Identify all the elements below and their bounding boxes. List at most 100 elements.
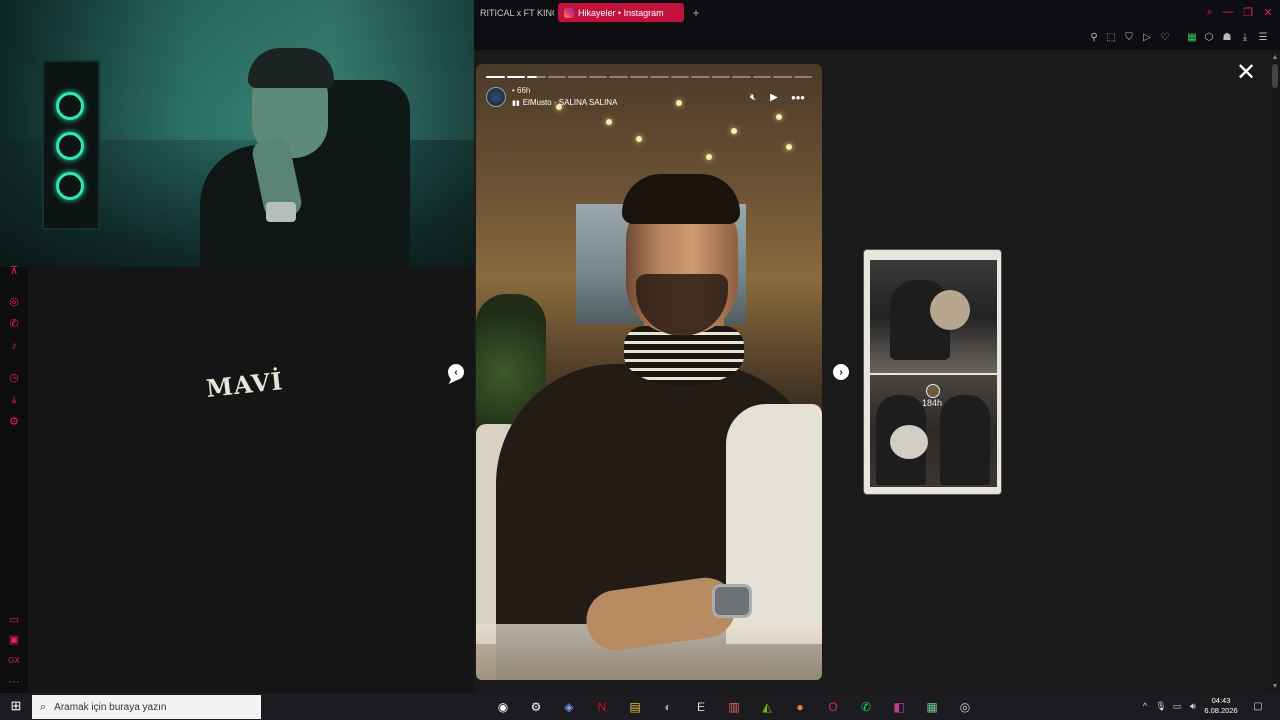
close-viewer-button[interactable]: ✕	[1234, 61, 1258, 86]
progress-segment	[650, 76, 669, 78]
story-music-label[interactable]: ▮▮ ElMusto · SALINA SALINA	[512, 98, 617, 107]
screenshot-icon[interactable]: ⬚	[1104, 30, 1118, 44]
instagram-icon[interactable]: ◎	[7, 295, 21, 309]
browser-sidebar: ⊼ ◎ ✆ ♪ ◷ ⤓ ⚙ ▭ ▣ GX ⋯	[0, 264, 28, 693]
story-person-hair	[622, 174, 740, 224]
search-icon[interactable]: ⌕	[1202, 4, 1218, 20]
office-icon[interactable]: ▥	[724, 697, 744, 717]
photo-cat	[930, 290, 970, 330]
scroll-down-icon[interactable]: ▼	[1271, 683, 1279, 691]
ceiling-light	[606, 119, 612, 125]
pin-icon[interactable]: ⚲	[1087, 30, 1101, 44]
progress-segment	[711, 76, 730, 78]
avatar[interactable]	[486, 87, 506, 107]
windows-start-icon[interactable]: ⊞	[8, 698, 24, 714]
tab-critical-kings[interactable]: RITICAL x FT KINGS	[474, 3, 554, 22]
more-icon[interactable]: ⋯	[7, 675, 21, 689]
obs-icon[interactable]: ◎	[955, 697, 975, 717]
network-icon[interactable]: ▭	[1171, 700, 1183, 712]
minimize-icon[interactable]: —	[1220, 4, 1236, 20]
story-time-value: 66h	[517, 86, 531, 95]
cortana-icon[interactable]: ◉	[493, 697, 513, 717]
settings-icon[interactable]: ⚙	[526, 697, 546, 717]
menu-icon[interactable]: ☰	[1256, 30, 1270, 44]
box-icon[interactable]: ▣	[7, 633, 21, 647]
tray-chevron-icon[interactable]: ^	[1139, 700, 1151, 712]
nvidia-icon[interactable]: ◭	[757, 697, 777, 717]
avatar	[926, 384, 940, 398]
current-story[interactable]	[476, 64, 822, 680]
downloads-icon[interactable]: ⤓	[1238, 30, 1252, 44]
tab-instagram-stories[interactable]: Hikayeler • Instagram	[558, 3, 684, 22]
opera-icon[interactable]: O	[823, 697, 843, 717]
volume-icon[interactable]: 🔊︎	[1187, 700, 1199, 712]
ceiling-light	[731, 128, 737, 134]
next-story-photo-top	[870, 260, 997, 373]
more-options-icon[interactable]: •••	[791, 90, 805, 105]
progress-segment	[527, 76, 546, 78]
scroll-up-icon[interactable]: ▲	[1271, 54, 1279, 62]
maximize-icon[interactable]: ❐	[1240, 4, 1256, 20]
wallet-icon[interactable]: ▭	[7, 613, 21, 627]
heart-icon[interactable]: ♡	[1158, 30, 1172, 44]
whatsapp-icon[interactable]: ✆	[7, 317, 21, 331]
left-empty-panel	[28, 267, 474, 693]
taskbar-search-input[interactable]: ⌕ Aramak için buraya yazın	[32, 695, 261, 719]
progress-segment	[506, 76, 525, 78]
mouse-cursor-icon: ➤	[447, 371, 459, 387]
progress-segment	[547, 76, 566, 78]
shield-icon[interactable]: ⛉	[1122, 30, 1136, 44]
close-window-icon[interactable]: ✕	[1260, 4, 1276, 20]
profile-icon[interactable]: ☗	[1220, 30, 1234, 44]
next-story-preview[interactable]: 184h	[863, 249, 1002, 495]
play-icon[interactable]: ▷	[1140, 30, 1154, 44]
tiktok-icon[interactable]: ♪	[7, 339, 21, 353]
photo-person	[940, 395, 990, 485]
webcam-pc-case	[42, 60, 100, 230]
ceiling-light	[636, 136, 642, 142]
history-icon[interactable]: ◷	[7, 371, 21, 385]
story-music-text: ElMusto · SALINA SALINA	[522, 98, 618, 107]
extensions-icon[interactable]: ⬡	[1202, 30, 1216, 44]
discord-icon[interactable]: ◈	[559, 697, 579, 717]
notifications-icon[interactable]: ▢	[1251, 699, 1265, 713]
webcam-overlay	[0, 0, 474, 267]
progress-segment	[568, 76, 587, 78]
progress-segment	[670, 76, 689, 78]
progress-segment	[793, 76, 812, 78]
gx-icon[interactable]: GX	[7, 654, 21, 668]
next-story-button[interactable]: ›	[833, 364, 849, 380]
settings-icon[interactable]: ⚙	[7, 415, 21, 429]
microphone-icon[interactable]: 🎙︎	[1155, 700, 1167, 712]
ceiling-light	[706, 154, 712, 160]
ceiling-light	[776, 114, 782, 120]
scrollbar[interactable]	[1270, 50, 1280, 693]
taskbar-clock[interactable]: 04:43 6.08.2026	[1203, 696, 1239, 716]
tab-label: Hikayeler • Instagram	[578, 7, 664, 18]
search-placeholder: Aramak için buraya yazın	[54, 701, 167, 713]
whatsapp-icon[interactable]: ✆	[856, 697, 876, 717]
scrollbar-thumb[interactable]	[1272, 64, 1278, 88]
file-explorer-icon[interactable]: ▤	[625, 697, 645, 717]
ceiling-light	[676, 100, 682, 106]
mute-icon[interactable]: 🔇︎	[746, 90, 760, 104]
play-icon[interactable]: ▶	[767, 90, 781, 104]
photo-cat	[890, 425, 928, 459]
next-story-timestamp: 184h	[922, 398, 943, 408]
download-icon[interactable]: ⤓	[7, 393, 21, 407]
netflix-icon[interactable]: N	[592, 697, 612, 717]
progress-segment	[691, 76, 710, 78]
clock-time: 04:43	[1211, 696, 1231, 705]
twitch-icon[interactable]: ⊼	[7, 264, 21, 278]
webcam-person-hair	[248, 48, 334, 88]
clock-date: 6.08.2026	[1204, 706, 1238, 715]
app-orange-icon[interactable]: ●	[790, 697, 810, 717]
extension-badge-icon[interactable]: ▦	[1185, 30, 1199, 44]
story-person-watch	[712, 584, 752, 618]
epic-games-icon[interactable]: E	[691, 697, 711, 717]
steam-icon[interactable]: ◐	[658, 697, 678, 717]
new-tab-button[interactable]: +	[686, 3, 706, 22]
notepad-icon[interactable]: ▦	[922, 697, 942, 717]
media-icon[interactable]: ◧	[889, 697, 909, 717]
progress-segment	[609, 76, 628, 78]
